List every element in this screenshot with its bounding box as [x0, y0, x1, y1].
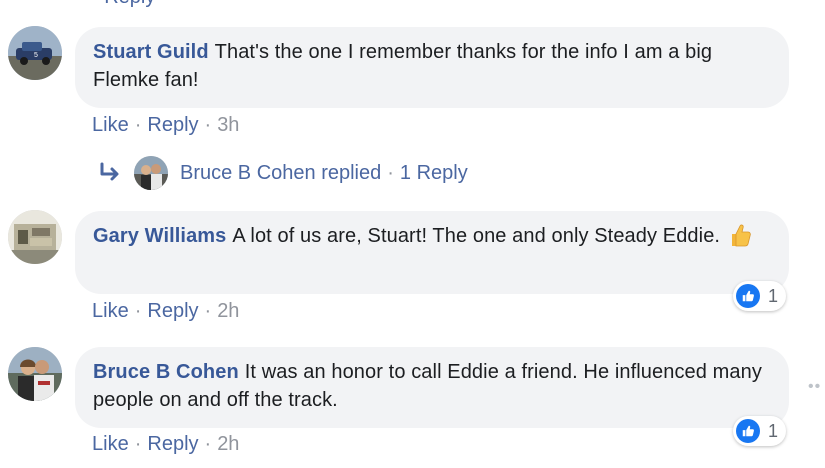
like-thumb-icon [736, 419, 760, 443]
avatar-stuart-guild[interactable]: 5 [8, 26, 62, 80]
reply-count[interactable]: 1 Reply [400, 162, 468, 185]
more-options-icon[interactable]: •• [808, 378, 821, 396]
reply-thread-label[interactable]: Bruce B Cohen replied [180, 162, 381, 185]
comment-bubble: Bruce B Cohen It was an honor to call Edd… [75, 347, 789, 428]
avatar-image [8, 347, 62, 401]
comment-actions: Like · Reply · 3h [92, 114, 240, 136]
like-link[interactable]: Like [92, 433, 129, 455]
timestamp[interactable]: 2h [217, 433, 239, 455]
cutoff-actions: · Reply · [92, 0, 168, 9]
reply-thread-row[interactable]: Bruce B Cohen replied · 1 Reply [98, 155, 468, 191]
comment-bubble: Stuart Guild That's the one I remember th… [75, 27, 789, 108]
reaction-count: 1 [768, 285, 779, 306]
like-link[interactable]: Like [92, 300, 129, 322]
comment-actions: Like · Reply · 2h [92, 433, 240, 455]
avatar-image: 5 [8, 26, 62, 80]
thumbs-up-emoji-icon [732, 224, 751, 247]
comment-author[interactable]: Bruce B Cohen [93, 361, 239, 383]
svg-text:5: 5 [34, 52, 38, 59]
reply-link[interactable]: Reply [147, 433, 198, 455]
reply-link[interactable]: Reply [147, 300, 198, 322]
reply-arrow-icon [100, 162, 119, 181]
comment-bubble: Gary Williams A lot of us are, Stuart! Th… [75, 211, 789, 294]
like-thumb-icon [736, 284, 760, 308]
comment-author[interactable]: Stuart Guild [93, 41, 209, 63]
like-link[interactable]: Like [92, 114, 129, 136]
timestamp[interactable]: 2h [217, 300, 239, 322]
timestamp[interactable]: 3h [217, 114, 239, 136]
reply-link[interactable]: Reply [147, 114, 198, 136]
avatar-bruce-b-cohen[interactable] [8, 347, 62, 401]
reaction-badge[interactable]: 1 [733, 416, 787, 446]
reaction-count: 1 [768, 420, 779, 441]
comment-text: A lot of us are, Stuart! The one and onl… [232, 225, 721, 247]
avatar-bruce-b-cohen-small[interactable] [134, 156, 168, 190]
avatar-gary-williams[interactable] [8, 210, 62, 264]
comment-author[interactable]: Gary Williams [93, 225, 226, 247]
avatar-image [8, 210, 62, 264]
reaction-badge[interactable]: 1 [733, 281, 787, 311]
comment-actions: Like · Reply · 2h [92, 300, 240, 322]
